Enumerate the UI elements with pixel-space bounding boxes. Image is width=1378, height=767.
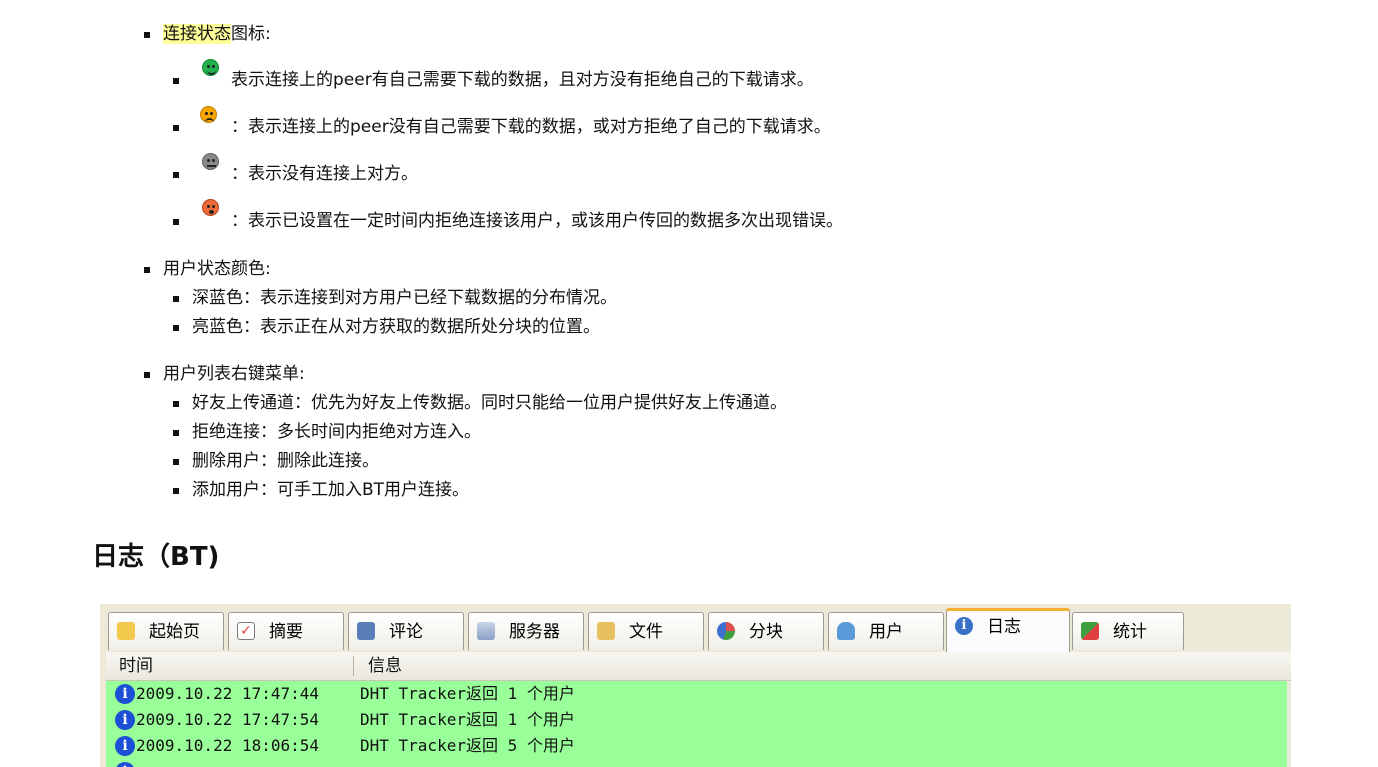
table-row[interactable]: i 2009.10.22 18:06:54 DHT Tracker返回 5 个用… [106,733,1287,759]
table-row[interactable]: i 2009.10.22 17:47:54 DHT Tracker返回 1 个用… [106,707,1287,733]
tab-comments[interactable]: 评论 [348,612,464,650]
column-header-time[interactable]: 时间 [119,652,153,680]
gray-face-icon [202,153,219,170]
color-desc-dark-blue: 深蓝色：表示连接到对方用户已经下载数据的分布情况。 [192,288,617,308]
list-bullet [144,267,150,273]
log-info-icon: i [955,617,973,635]
status-desc-refused: ：表示已设置在一定时间内拒绝连接该用户，或该用户传回的数据多次出现错误。 [231,211,843,231]
list-bullet [173,78,179,84]
log-list-header: 时间 信息 [106,652,1291,681]
tab-pieces[interactable]: 分块 [708,612,824,650]
list-bullet [173,125,179,131]
highlighted-term: 连接状态 [163,24,231,44]
list-bullet [173,488,179,494]
list-bullet [173,325,179,331]
log-message: DHT Tracker返回 1 个用户 [360,710,575,729]
tab-statistics[interactable]: 统计 [1072,612,1184,650]
column-header-info[interactable]: 信息 [368,652,402,680]
list-bullet [173,296,179,302]
tab-start-page[interactable]: 起始页 [108,612,224,650]
log-screenshot-panel: 起始页 ✓ 摘要 评论 服务器 文件 分块 用户 i 日志 统计 时间 信息 i [100,604,1291,767]
info-icon: i [115,736,135,756]
green-face-icon [202,59,219,76]
menu-desc-refuse: 拒绝连接：多长时间内拒绝对方连入。 [192,422,481,442]
status-desc-no-data: ：表示连接上的peer没有自己需要下载的数据，或对方拒绝了自己的下载请求。 [231,117,831,137]
info-icon: i [115,710,135,730]
menu-desc-friend-upload: 好友上传通道：优先为好友上传数据。同时只能给一位用户提供好友上传通道。 [192,393,787,413]
status-desc-not-connected: ：表示没有连接上对方。 [231,164,418,184]
log-list: i 2009.10.22 17:47:44 DHT Tracker返回 1 个用… [106,681,1287,767]
tab-files[interactable]: 文件 [588,612,704,650]
user-list-menu-title: 用户列表右键菜单: [163,364,305,384]
status-desc-connected: 表示连接上的peer有自己需要下载的数据，且对方没有拒绝自己的下载请求。 [231,70,814,90]
list-bullet [173,219,179,225]
tab-servers[interactable]: 服务器 [468,612,584,650]
list-bullet [173,401,179,407]
list-bullet [173,459,179,465]
table-row-partial[interactable]: i [106,759,1287,767]
user-icon [837,622,855,640]
info-icon: i [115,762,135,767]
menu-desc-delete: 删除用户：删除此连接。 [192,451,379,471]
column-separator[interactable] [353,656,354,676]
log-section-heading: 日志（BT) [92,542,220,572]
list-bullet [144,32,150,38]
orange-face-icon [200,106,217,123]
list-bullet [173,172,179,178]
red-face-icon [202,199,219,216]
color-desc-light-blue: 亮蓝色：表示正在从对方获取的数据所处分块的位置。 [192,317,600,337]
log-time: 2009.10.22 17:47:54 [136,710,320,729]
list-bullet [144,372,150,378]
server-icon [477,622,495,640]
info-icon: i [115,684,135,704]
log-message: DHT Tracker返回 1 个用户 [360,684,575,703]
comment-icon [357,622,375,640]
pie-icon [717,622,735,640]
home-page-icon [117,622,135,640]
file-icon [597,622,615,640]
checklist-icon: ✓ [237,622,255,640]
tab-log[interactable]: i 日志 [946,608,1070,652]
list-bullet [173,430,179,436]
user-status-color-title: 用户状态颜色: [163,259,271,279]
log-time: 2009.10.22 17:47:44 [136,684,320,703]
tab-summary[interactable]: ✓ 摘要 [228,612,344,650]
stats-icon [1081,622,1099,640]
log-message: DHT Tracker返回 5 个用户 [360,736,575,755]
tab-users[interactable]: 用户 [828,612,944,650]
connection-status-title: 连接状态图标: [163,24,271,44]
menu-desc-add: 添加用户：可手工加入BT用户连接。 [192,480,470,500]
log-time: 2009.10.22 18:06:54 [136,736,320,755]
table-row[interactable]: i 2009.10.22 17:47:44 DHT Tracker返回 1 个用… [106,681,1287,707]
